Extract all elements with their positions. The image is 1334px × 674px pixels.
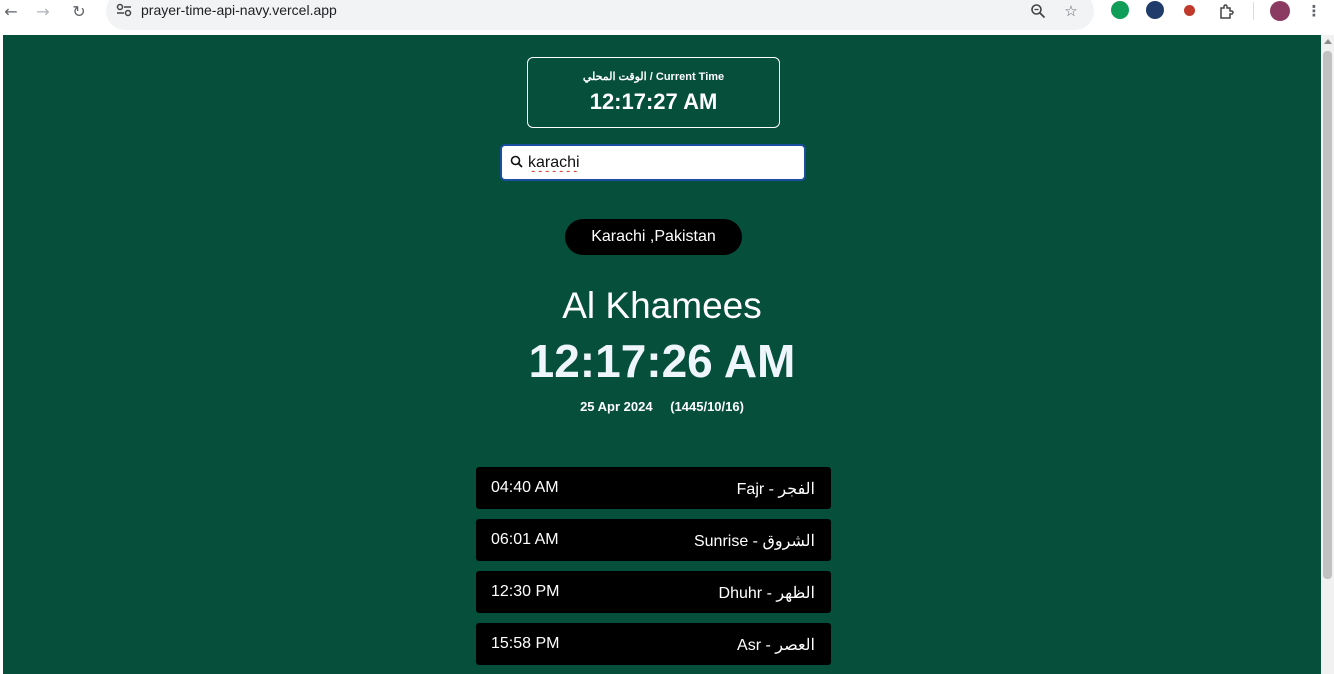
toolbar-divider	[1253, 2, 1254, 20]
prayer-row-sunrise: 06:01 AM Sunrise - الشروق	[476, 519, 831, 561]
bookmark-star-icon[interactable]: ☆	[1060, 0, 1082, 22]
hijri-date: (1445/10/16)	[670, 399, 744, 414]
day-time: 12:17:26 AM	[528, 335, 796, 387]
prayer-time: 12:30 PM	[491, 583, 560, 600]
prayer-row-asr: 15:58 PM Asr - العصر	[476, 623, 831, 665]
current-time-label: الوقت المحلي / Current Time	[582, 71, 725, 83]
date-line: 25 Apr 2024 (1445/10/16)	[3, 399, 1321, 414]
prayer-name: Fajr - الفجر	[736, 481, 815, 498]
zoom-icon[interactable]	[1027, 0, 1049, 22]
prayer-times-list: 04:40 AM Fajr - الفجر 06:01 AM Sunrise -…	[476, 467, 831, 674]
forward-icon[interactable]: →	[32, 0, 54, 22]
address-url[interactable]: prayer-time-api-navy.vercel.app	[141, 2, 337, 18]
checkmark-extension-icon[interactable]	[1146, 1, 1164, 19]
reload-icon[interactable]: ↻	[68, 0, 90, 22]
grammarly-extension-icon[interactable]	[1111, 1, 1129, 19]
day-name: Al Khamees	[562, 285, 762, 326]
prayer-time: 06:01 AM	[491, 531, 559, 548]
page-scrollbar[interactable]	[1321, 35, 1334, 674]
browser-toolbar: ← → ↻ prayer-time-api-navy.vercel.app ☆ …	[0, 0, 1334, 35]
prayer-row-fajr: 04:40 AM Fajr - الفجر	[476, 467, 831, 509]
prayer-time: 04:40 AM	[491, 479, 559, 496]
profile-avatar-icon[interactable]	[1270, 1, 1290, 21]
current-time-card: الوقت المحلي / Current Time 12:17:27 AM	[527, 57, 780, 128]
current-time-value: 12:17:27 AM	[589, 89, 718, 114]
scroll-up-arrow-icon[interactable]	[1324, 39, 1332, 44]
extensions-puzzle-icon[interactable]	[1215, 0, 1237, 22]
prayer-name: Dhuhr - الظهر	[718, 585, 815, 602]
back-icon[interactable]: ←	[0, 0, 22, 22]
site-settings-icon[interactable]	[116, 3, 132, 17]
city-search-input[interactable]	[528, 152, 798, 174]
location-badge[interactable]: Karachi ,Pakistan	[565, 219, 742, 255]
scrollbar-thumb[interactable]	[1323, 51, 1332, 579]
prayer-row-dhuhr: 12:30 PM Dhuhr - الظهر	[476, 571, 831, 613]
prayer-name: Sunrise - الشروق	[693, 533, 815, 550]
menu-kebab-icon[interactable]: ⋮	[1303, 0, 1325, 22]
record-extension-icon[interactable]	[1184, 5, 1195, 16]
city-search-box[interactable]	[500, 144, 806, 181]
prayer-time: 15:58 PM	[491, 635, 560, 652]
page-content: الوقت المحلي / Current Time 12:17:27 AM …	[3, 35, 1321, 674]
prayer-name: Asr - العصر	[737, 637, 815, 654]
gregorian-date: 25 Apr 2024	[580, 399, 653, 414]
search-icon	[510, 155, 523, 168]
